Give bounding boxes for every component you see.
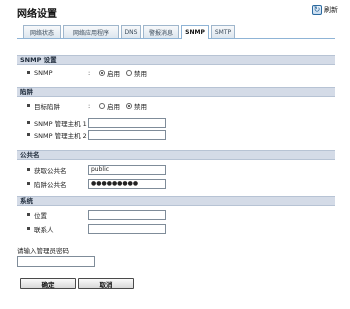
bullet	[27, 121, 30, 124]
refresh-label: 刷新	[324, 6, 338, 14]
trap-community-label: 陷阱公共名	[34, 180, 67, 189]
location-row: 位置 :	[17, 209, 335, 220]
bullet	[27, 104, 30, 107]
tab-network-applications[interactable]: 网络应用程序	[63, 25, 119, 38]
snmp-manager-1-label: SNMP 管理主机 1	[34, 119, 87, 128]
network-settings-page: 网络设置 ↻ 刷新 网络状态 网络应用程序 DNS 警报消息 SNMP SMTP…	[0, 0, 350, 309]
bullet	[27, 182, 30, 185]
ok-button[interactable]: 确定	[20, 278, 76, 289]
section-trap: 陷阱	[17, 87, 335, 97]
location-label: 位置	[34, 211, 47, 220]
snmp-manager-2-row: SNMP 管理主机 2 :	[17, 129, 335, 140]
contact-input[interactable]	[88, 224, 166, 234]
refresh-icon: ↻	[312, 5, 322, 15]
tab-bar: 网络状态 网络应用程序 DNS 警报消息 SNMP SMTP	[17, 25, 335, 39]
section-community: 公共名	[17, 150, 335, 160]
trap-community-row: 陷阱公共名 :	[17, 178, 335, 189]
bullet	[27, 227, 30, 230]
trap-community-input[interactable]: ●●●●●●●●●	[88, 179, 166, 189]
admin-password-input[interactable]	[17, 256, 95, 267]
snmp-manager-1-input[interactable]	[88, 118, 166, 128]
snmp-enable-radio[interactable]: 启用	[99, 68, 120, 78]
trap-enable-radio[interactable]: 启用	[99, 101, 120, 111]
section-system: 系统	[17, 196, 335, 206]
tab-smtp[interactable]: SMTP	[211, 25, 235, 38]
snmp-disable-radio[interactable]: 禁用	[126, 68, 147, 78]
trap-disable-radio[interactable]: 禁用	[126, 101, 147, 111]
location-input[interactable]	[88, 210, 166, 220]
tab-snmp[interactable]: SNMP	[181, 25, 209, 39]
snmp-manager-2-label: SNMP 管理主机 2	[34, 131, 87, 140]
contact-row: 联系人 :	[17, 223, 335, 234]
snmp-manager-1-row: SNMP 管理主机 1 :	[17, 117, 335, 128]
contact-label: 联系人	[34, 225, 54, 234]
page-title: 网络设置	[17, 9, 57, 20]
section-snmp-settings: SNMP 设置	[17, 55, 335, 65]
target-trap-row: 目标陷阱 : 启用 禁用	[17, 100, 335, 111]
snmp-radio-group: 启用 禁用	[99, 68, 147, 78]
target-trap-label: 目标陷阱	[34, 102, 60, 111]
refresh-button[interactable]: ↻ 刷新	[312, 5, 338, 15]
snmp-manager-2-input[interactable]	[88, 130, 166, 140]
snmp-label: SNMP	[34, 68, 53, 77]
get-community-label: 获取公共名	[34, 166, 67, 175]
bullet	[27, 133, 30, 136]
bullet	[27, 213, 30, 216]
bullet	[27, 71, 30, 74]
get-community-row: 获取公共名 :	[17, 164, 335, 175]
tab-alert-messages[interactable]: 警报消息	[143, 25, 179, 38]
admin-password-prompt: 请输入管理员密码	[17, 247, 69, 255]
bullet	[27, 168, 30, 171]
cancel-button[interactable]: 取消	[78, 278, 134, 289]
trap-radio-group: 启用 禁用	[99, 101, 147, 111]
snmp-row: SNMP : 启用 禁用	[17, 67, 335, 78]
tab-network-status[interactable]: 网络状态	[23, 25, 61, 38]
get-community-input[interactable]: public	[88, 165, 166, 175]
tab-dns[interactable]: DNS	[121, 25, 141, 38]
